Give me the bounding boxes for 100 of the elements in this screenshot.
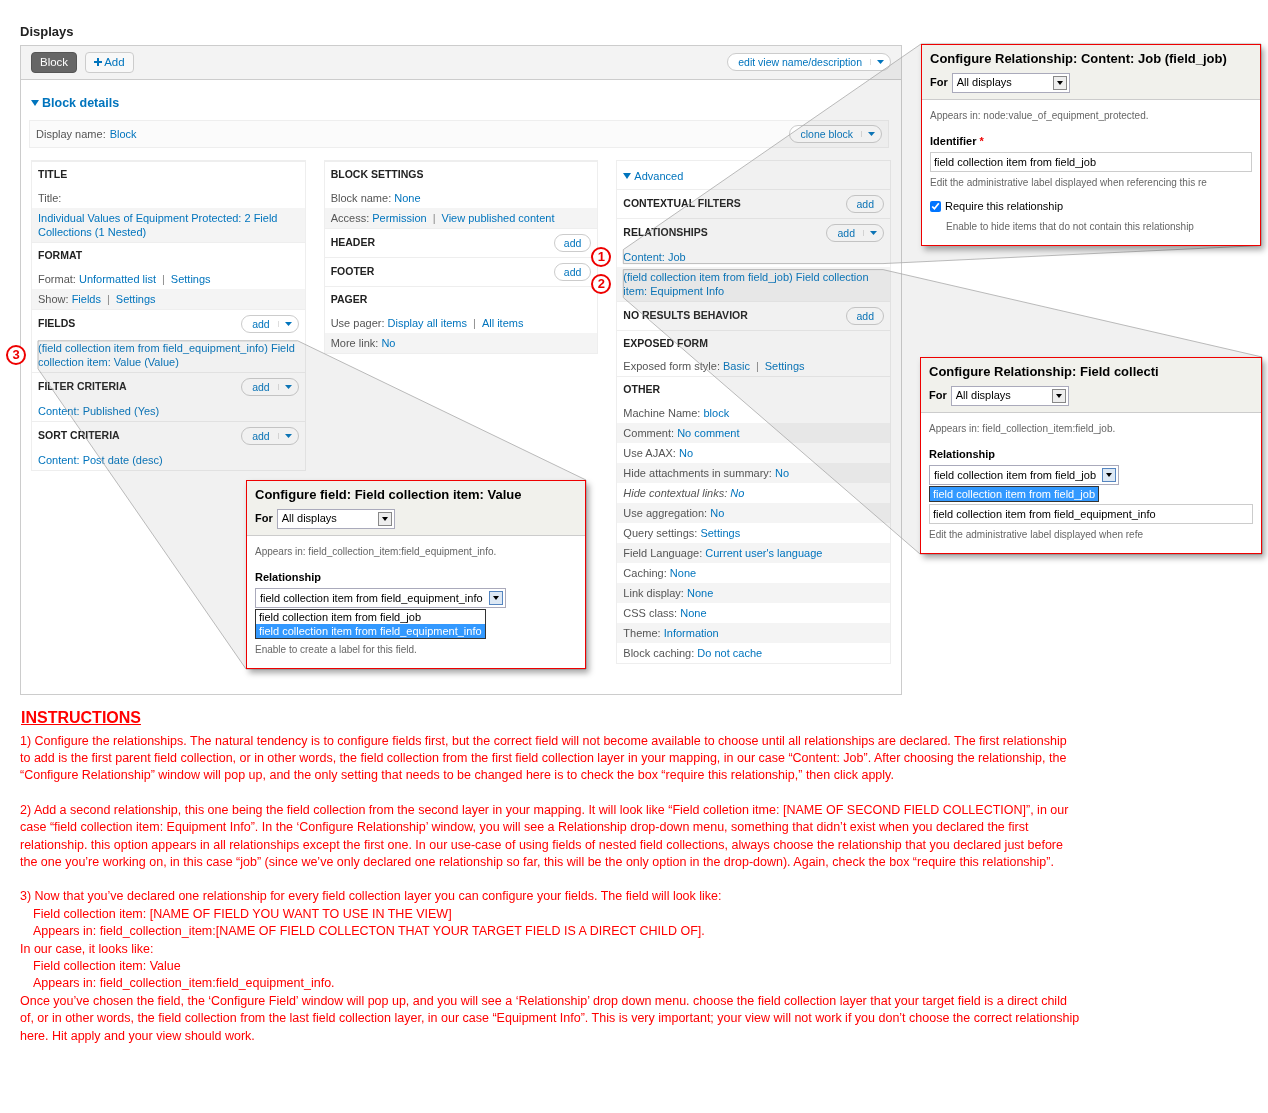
caret-icon <box>284 321 292 326</box>
relationship-select[interactable]: field collection item from field_equipment_info <box>255 588 506 608</box>
section-title: FORMAT <box>38 248 83 264</box>
instruction-text: Field collection item: Value <box>32 957 182 975</box>
instruction-text: 3) Now that you’ve declared one relationship for every field collection layer you can configure your fields. The field will look like: <box>20 888 723 906</box>
value-link[interactable]: No <box>710 507 725 520</box>
value-link[interactable]: Do not cache <box>697 647 763 660</box>
value-link[interactable]: (field collection item from field_equipment_info) Field collection item: Value (Value) <box>38 340 298 369</box>
triangle-icon <box>623 173 632 180</box>
dialog-title: Configure Relationship: Content: Job (field_job) <box>930 50 1228 68</box>
value-link[interactable]: None <box>680 607 707 620</box>
add-button[interactable]: add <box>553 263 592 282</box>
clone-button[interactable]: clone block <box>790 126 861 143</box>
relationship-select[interactable]: field collection item from field_job <box>929 465 1120 485</box>
value-link[interactable]: View published content <box>441 212 555 225</box>
instruction-text: 1) Configure the relationships. The natural tendency is to configure fields first, but the correct field will not become available to choose until all relationships are declared. The first relationship to add is the first parent field collection, or in other words, the field collection from the first field collection layer in your mapping, in our case “Content: Job”. After choosing the relationship, the “Configure Relationship” window will pop up, and the only setting that needs to be changed here is to check the box “require this relationship,” then click apply. <box>20 732 1068 785</box>
setting-label: Show: <box>38 292 69 305</box>
number-marker: 3 <box>6 344 26 365</box>
setting-label: Query settings: <box>623 527 698 540</box>
value-link[interactable]: No comment <box>677 427 740 440</box>
value-link[interactable]: No <box>730 487 745 500</box>
add-button[interactable]: add <box>553 234 592 253</box>
value-link[interactable]: Content: Post date (desc) <box>38 452 298 467</box>
setting-label: Use pager: <box>330 316 385 329</box>
for-label: For <box>930 75 948 91</box>
advanced-toggle[interactable]: Advanced <box>623 168 684 185</box>
value-link[interactable]: Content: Published (Yes) <box>38 403 298 418</box>
value-link[interactable]: Display all items <box>387 316 467 329</box>
value-link[interactable]: No <box>381 336 396 349</box>
value-link[interactable]: Basic <box>723 360 750 373</box>
number-marker: 2 <box>591 273 612 294</box>
add-button[interactable]: add <box>846 194 884 213</box>
value-link[interactable]: Permission <box>372 212 427 225</box>
field-label: Relationship <box>929 446 995 462</box>
value-link[interactable]: No <box>679 447 694 460</box>
add-button[interactable]: add <box>846 306 884 325</box>
edit-view-button[interactable]: edit view name/description <box>728 54 870 71</box>
section-title: HEADER <box>330 235 375 251</box>
appears-in-note: Appears in: field_collection_item:field_job. <box>929 421 1117 436</box>
setting-label: Exposed form style: <box>623 360 720 373</box>
link-separator: | <box>162 272 165 285</box>
add-button[interactable]: add <box>242 378 278 395</box>
value-link[interactable]: Information <box>663 627 719 640</box>
value-link[interactable]: Content: Job <box>623 249 883 264</box>
setting-label: Machine Name: <box>623 407 701 420</box>
caret-icon <box>877 60 884 65</box>
value-link[interactable]: Settings <box>170 272 211 285</box>
value-link[interactable]: None <box>686 587 714 600</box>
value-link[interactable]: Unformatted list <box>78 272 156 285</box>
dropdown-option[interactable]: field collection item from field_job <box>930 487 1099 501</box>
section-title: FIELDS <box>38 315 76 331</box>
add-display-button[interactable]: Add <box>85 51 134 73</box>
value-link[interactable]: Settings <box>115 292 156 305</box>
display-select[interactable]: All displays <box>276 508 395 529</box>
add-button[interactable]: add <box>242 427 278 444</box>
value-link[interactable]: block <box>703 407 730 420</box>
setting-label: Theme: <box>623 627 661 640</box>
dropdown-option[interactable]: field collection item from field_job <box>256 610 485 624</box>
value-link[interactable]: No <box>774 467 790 480</box>
display-select[interactable]: All displays <box>950 385 1069 406</box>
instruction-text: 2) Add a second relationship, this one being the field collection from the second layer in your mapping. It will look like “Field colletion itme: [NAME OF SECOND FIELD COLLECTION]”, in our case “field collection item: Equipment Info”. In the ‘Configure Relationship’ window, you will see a Relationship drop-down menu, something that didn’t exist when you declared the first relationship. this option appears in all relationships except the first one. In our use-case of using fields of nested field collections, always choose the relationship that you declared just before the one you’re working on, in this case “job” (since we’ve only declared one relationship so far, this will be the only option in the drop-down). Again, check the box “require this relationship”. <box>20 801 1070 871</box>
setting-label: Use AJAX: <box>623 447 676 460</box>
setting-label: Comment: <box>623 427 675 440</box>
field-label: Identifier <box>930 133 977 149</box>
add-button[interactable]: add <box>827 224 863 241</box>
instruction-text: Once you’ve chosen the field, the ‘Configure Field’ window will pop up, and you will see a ‘Relationship’ drop down menu. choose the field collection layer that your target field is a direct child of, or in other words, the field collection from the last field collection layer, in our case “Equipment Info”. This is very important; your view will not work if you don’t choose the correct relationship here. Hit apply and your view should work. <box>20 992 1080 1045</box>
details-toggle[interactable]: Block details <box>31 93 120 113</box>
for-label: For <box>255 511 273 527</box>
required-mark: * <box>979 133 984 149</box>
section-title: PAGER <box>330 292 368 308</box>
value-link[interactable]: None <box>394 192 421 205</box>
value-link[interactable]: Current user's language <box>705 547 823 560</box>
link-separator: | <box>107 292 110 305</box>
value-link[interactable]: None <box>669 567 697 580</box>
section-title: TITLE <box>38 167 68 183</box>
instruction-text: Field collection item: [NAME OF FIELD YOU WANT TO USE IN THE VIEW] <box>32 905 453 923</box>
setting-label: Use aggregation: <box>623 507 708 520</box>
link-separator: | <box>755 360 759 373</box>
value-link[interactable]: Fields <box>71 292 101 305</box>
identifier-field[interactable]: field collection item from field_equipment_info <box>929 504 1253 524</box>
appears-in-note: Appears in: field_collection_item:field_equipment_info. <box>255 544 498 559</box>
display-select[interactable]: All displays <box>951 72 1070 93</box>
add-button[interactable]: add <box>242 315 278 332</box>
value-link[interactable]: Settings <box>700 527 741 540</box>
value-link[interactable]: Block <box>109 126 137 143</box>
require-checkbox[interactable] <box>930 200 941 212</box>
setting-label: Hide contextual links: <box>623 487 728 500</box>
value-link[interactable]: All items <box>481 316 524 329</box>
section-title: RELATIONSHIPS <box>623 224 708 240</box>
setting-label: Title: <box>38 192 62 205</box>
section-title: EXPOSED FORM <box>623 335 708 351</box>
identifier-field[interactable]: field collection item from field_job <box>930 152 1252 172</box>
setting-label: Format: <box>38 272 76 285</box>
field-hint: Enable to hide items that do not contain this relationship <box>945 219 1195 234</box>
setting-label: Access: <box>330 212 370 225</box>
value-link[interactable]: Settings <box>764 360 805 373</box>
section-title: FILTER CRITERIA <box>38 378 127 394</box>
dropdown-option[interactable]: field collection item from field_equipment_info <box>256 624 485 638</box>
display-tab[interactable]: Block <box>31 51 78 73</box>
setting-label: Display name: <box>36 127 106 143</box>
